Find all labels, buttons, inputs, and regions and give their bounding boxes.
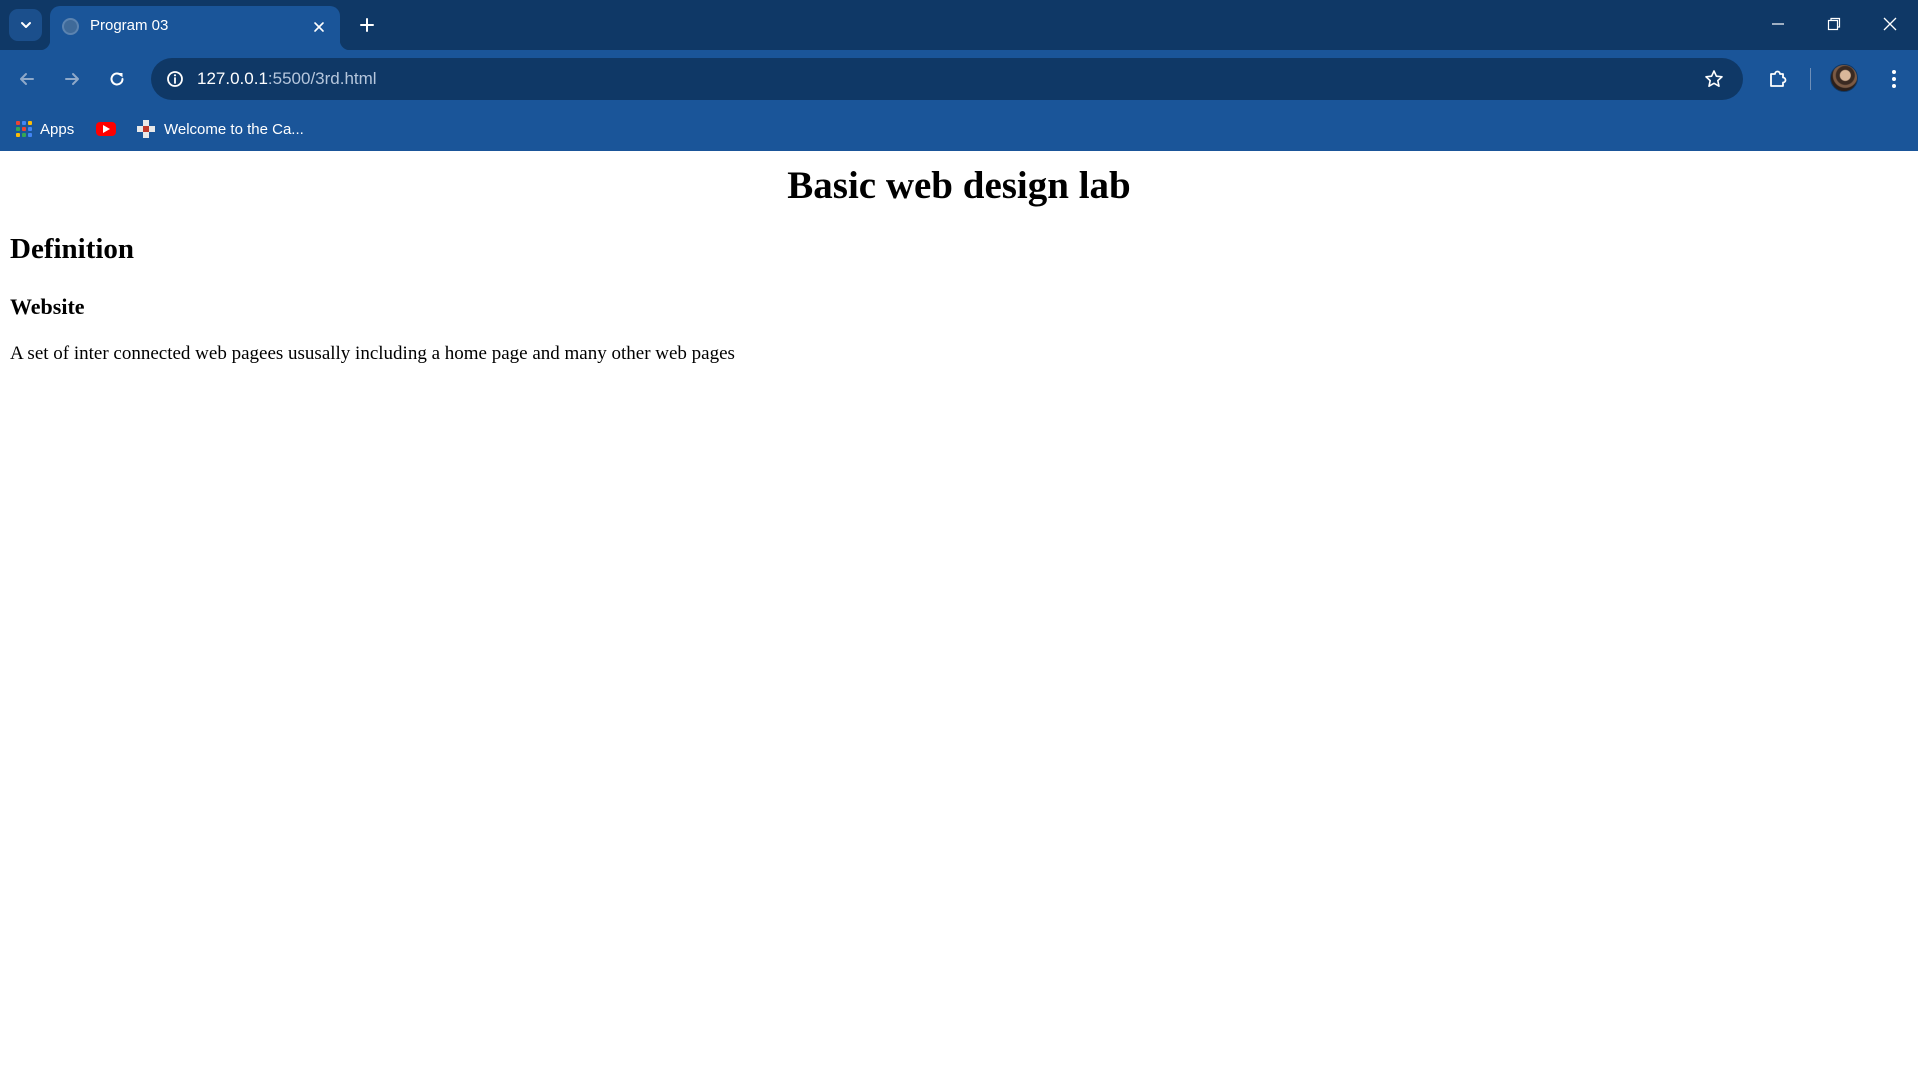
extensions-button[interactable] bbox=[1762, 63, 1794, 95]
puzzle-piece-icon bbox=[1770, 70, 1787, 87]
tab-title: Program 03 bbox=[90, 17, 169, 34]
bookmark-welcome[interactable]: Welcome to the Ca... bbox=[137, 116, 304, 142]
info-icon bbox=[167, 71, 183, 87]
definition-text: A set of inter connected web pagees usus… bbox=[10, 343, 735, 364]
youtube-icon bbox=[96, 122, 116, 136]
arrow-left-icon bbox=[20, 73, 34, 85]
restore-icon bbox=[1827, 17, 1841, 31]
bookmark-youtube[interactable] bbox=[96, 116, 116, 142]
back-button[interactable] bbox=[11, 63, 43, 95]
term-heading: Website bbox=[10, 294, 85, 319]
reload-icon bbox=[110, 72, 124, 86]
minimize-icon bbox=[1772, 23, 1784, 25]
apps-grid-icon bbox=[16, 121, 32, 137]
tab-strip: Program 03 bbox=[0, 0, 1918, 50]
close-icon bbox=[1883, 17, 1897, 31]
more-vertical-icon bbox=[1892, 70, 1896, 88]
site-info-button[interactable] bbox=[160, 64, 190, 94]
star-icon bbox=[1705, 70, 1723, 87]
bookmark-label: Apps bbox=[40, 120, 75, 138]
page-content: Basic web design lab Definition Website … bbox=[0, 151, 1918, 1077]
browser-menu-button[interactable] bbox=[1878, 63, 1910, 95]
chevron-down-icon bbox=[20, 22, 31, 28]
close-window-button[interactable] bbox=[1870, 6, 1910, 42]
profile-avatar[interactable] bbox=[1830, 64, 1858, 92]
minimize-button[interactable] bbox=[1758, 6, 1798, 42]
tab-program-03[interactable]: Program 03 bbox=[40, 6, 350, 50]
bookmarks-bar: Apps Welcome to the Ca... bbox=[0, 108, 1918, 151]
url-host: 127.0.0.1 bbox=[197, 69, 268, 88]
url-text[interactable]: 127.0.0.1:5500/3rd.html bbox=[197, 69, 377, 89]
close-icon bbox=[314, 22, 324, 32]
tab-search-button[interactable] bbox=[9, 9, 42, 41]
plus-icon bbox=[360, 18, 374, 32]
bookmark-star-button[interactable] bbox=[1699, 64, 1729, 94]
bookmark-label: Welcome to the Ca... bbox=[164, 120, 304, 138]
section-heading: Definition bbox=[10, 233, 135, 265]
tab-close-button[interactable] bbox=[308, 16, 330, 38]
globe-icon bbox=[62, 18, 79, 35]
address-bar[interactable]: 127.0.0.1:5500/3rd.html bbox=[151, 58, 1743, 100]
toolbar-divider bbox=[1810, 68, 1811, 90]
new-tab-button[interactable] bbox=[352, 10, 382, 40]
page-heading: Basic web design lab bbox=[787, 164, 1131, 207]
url-path: :5500/3rd.html bbox=[267, 69, 377, 88]
arrow-right-icon bbox=[65, 73, 79, 85]
restore-button[interactable] bbox=[1814, 6, 1854, 42]
forward-button[interactable] bbox=[56, 63, 88, 95]
red-cross-icon bbox=[137, 120, 155, 138]
browser-toolbar: 127.0.0.1:5500/3rd.html bbox=[0, 50, 1918, 108]
reload-button[interactable] bbox=[101, 63, 133, 95]
bookmark-apps[interactable]: Apps bbox=[16, 116, 74, 142]
